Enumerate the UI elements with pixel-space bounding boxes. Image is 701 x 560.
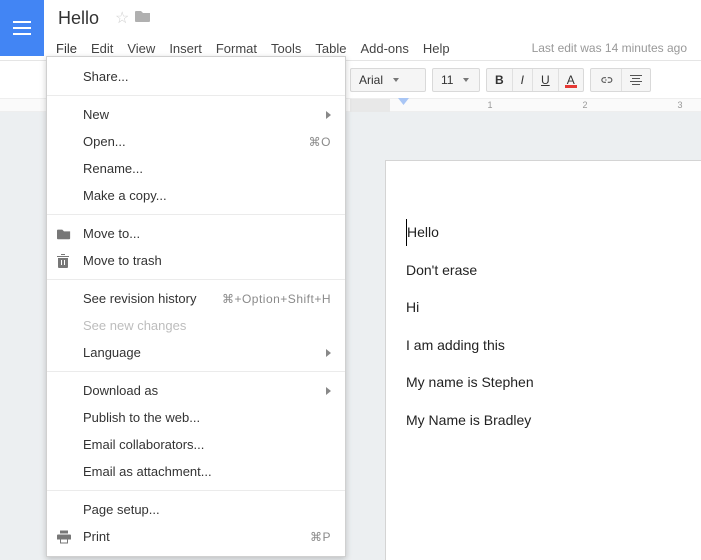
ruler-tick: 2: [582, 100, 587, 110]
insert-link-button[interactable]: [591, 69, 622, 91]
folder-icon: [57, 227, 71, 240]
trash-icon: [57, 254, 69, 268]
menu-make-copy[interactable]: Make a copy...: [47, 182, 345, 209]
print-icon: [57, 530, 71, 543]
menu-publish[interactable]: Publish to the web...: [47, 404, 345, 431]
menu-revision-history[interactable]: See revision history⌘+Option+Shift+H: [47, 285, 345, 312]
menu-rename[interactable]: Rename...: [47, 155, 345, 182]
menu-tools[interactable]: Tools: [271, 41, 301, 56]
font-family-select[interactable]: Arial: [351, 69, 425, 91]
doc-line[interactable]: My name is Stephen: [406, 369, 700, 396]
menu-see-new-changes: See new changes: [47, 312, 345, 339]
last-edit-label[interactable]: Last edit was 14 minutes ago: [532, 41, 695, 55]
menu-table[interactable]: Table: [315, 41, 346, 56]
link-icon: [599, 73, 613, 87]
menu-separator: [47, 279, 345, 280]
doc-line[interactable]: Hello: [406, 219, 700, 246]
shortcut-label: ⌘+Option+Shift+H: [222, 292, 331, 306]
menu-move-trash[interactable]: Move to trash: [47, 247, 345, 274]
menu-language[interactable]: Language: [47, 339, 345, 366]
submenu-arrow-icon: [326, 387, 331, 395]
star-icon[interactable]: ☆: [115, 8, 129, 28]
doc-line[interactable]: I am adding this: [406, 332, 700, 359]
indent-marker[interactable]: [398, 98, 409, 105]
toolbar: Arial 11 B I U A: [350, 68, 651, 92]
menu-separator: [47, 214, 345, 215]
menu-view[interactable]: View: [127, 41, 155, 56]
align-icon: [630, 74, 642, 86]
doc-line[interactable]: My Name is Bradley: [406, 407, 700, 434]
docs-home-button[interactable]: [0, 0, 44, 56]
folder-icon[interactable]: [135, 9, 151, 28]
menu-email-collaborators[interactable]: Email collaborators...: [47, 431, 345, 458]
underline-button[interactable]: U: [533, 69, 559, 91]
menu-email-attachment[interactable]: Email as attachment...: [47, 458, 345, 485]
align-button[interactable]: [622, 69, 650, 91]
menu-insert[interactable]: Insert: [169, 41, 202, 56]
file-menu-dropdown: Share... New Open...⌘O Rename... Make a …: [46, 56, 346, 557]
document-title[interactable]: Hello: [58, 8, 99, 29]
submenu-arrow-icon: [326, 111, 331, 119]
shortcut-label: ⌘O: [309, 135, 331, 149]
bold-button[interactable]: B: [487, 69, 513, 91]
menu-separator: [47, 490, 345, 491]
doc-line[interactable]: Hi: [406, 294, 700, 321]
menu-addons[interactable]: Add-ons: [360, 41, 408, 56]
menu-move-to[interactable]: Move to...: [47, 220, 345, 247]
menu-page-setup[interactable]: Page setup...: [47, 496, 345, 523]
menu-open[interactable]: Open...⌘O: [47, 128, 345, 155]
menu-separator: [47, 95, 345, 96]
menu-print[interactable]: Print⌘P: [47, 523, 345, 550]
font-size-select[interactable]: 11: [433, 69, 479, 91]
document-page[interactable]: Hello Don't erase Hi I am adding this My…: [385, 160, 701, 560]
menu-share[interactable]: Share...: [47, 63, 345, 90]
ruler-tick: 3: [677, 100, 682, 110]
submenu-arrow-icon: [326, 349, 331, 357]
menu-download-as[interactable]: Download as: [47, 377, 345, 404]
italic-button[interactable]: I: [513, 69, 533, 91]
menu-edit[interactable]: Edit: [91, 41, 113, 56]
shortcut-label: ⌘P: [310, 530, 331, 544]
menu-format[interactable]: Format: [216, 41, 257, 56]
title-bar: Hello ☆: [58, 6, 695, 30]
doc-line[interactable]: Don't erase: [406, 257, 700, 284]
ruler-tick: 1: [487, 100, 492, 110]
text-color-button[interactable]: A: [559, 69, 583, 91]
menu-new[interactable]: New: [47, 101, 345, 128]
menu-separator: [47, 371, 345, 372]
menu-file[interactable]: File: [56, 41, 77, 56]
menu-help[interactable]: Help: [423, 41, 450, 56]
